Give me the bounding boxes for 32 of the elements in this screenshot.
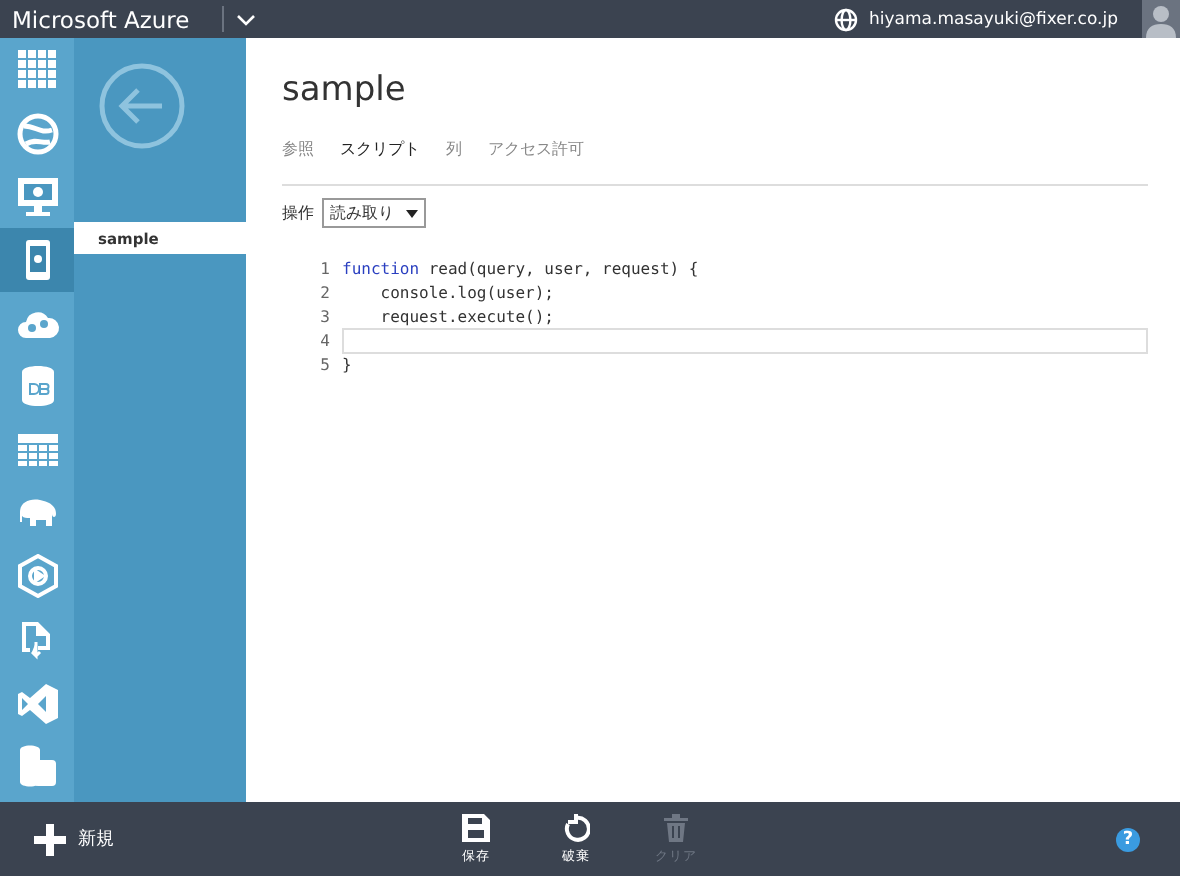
page-title: sample: [282, 70, 408, 110]
new-button[interactable]: 新規: [34, 823, 454, 855]
line-number: 3: [318, 307, 332, 325]
trash-icon: [662, 813, 690, 841]
line-number: 2: [318, 283, 332, 301]
globe-icon: [15, 111, 59, 156]
grid-icon: [15, 47, 59, 92]
monitor-icon: [15, 174, 59, 219]
nav-item[interactable]: [0, 228, 74, 292]
plus-icon: [34, 823, 66, 855]
user-email[interactable]: hiyama.masayuki@fixer.co.jp: [869, 9, 1118, 29]
globe-icon[interactable]: [833, 7, 858, 31]
chevron-down-icon[interactable]: [235, 13, 256, 25]
avatar-silhouette-icon[interactable]: [1142, 0, 1180, 38]
code-line[interactable]: request.execute();: [342, 305, 1148, 327]
code-line[interactable]: function read(query, user, request) {: [342, 257, 1148, 279]
media-icon: [15, 554, 59, 599]
code-line[interactable]: console.log(user);: [342, 281, 1148, 303]
tab[interactable]: スクリプト: [340, 138, 420, 160]
line-number: 1: [318, 259, 332, 277]
caret-icon: [406, 209, 418, 217]
circular-arrow-icon: [562, 813, 590, 841]
operation-label: 操作: [282, 202, 314, 224]
code-line[interactable]: }: [342, 353, 1148, 375]
tab[interactable]: 列: [446, 138, 462, 160]
brand-title: Microsoft Azure: [12, 5, 190, 33]
operation-dropdown[interactable]: 読み取り: [322, 198, 426, 228]
line-number: 4: [318, 331, 332, 349]
tab[interactable]: 参照: [282, 138, 314, 160]
storage-icon: [15, 744, 59, 789]
tab[interactable]: アクセス許可: [488, 138, 584, 160]
line-number: 5: [318, 355, 332, 373]
